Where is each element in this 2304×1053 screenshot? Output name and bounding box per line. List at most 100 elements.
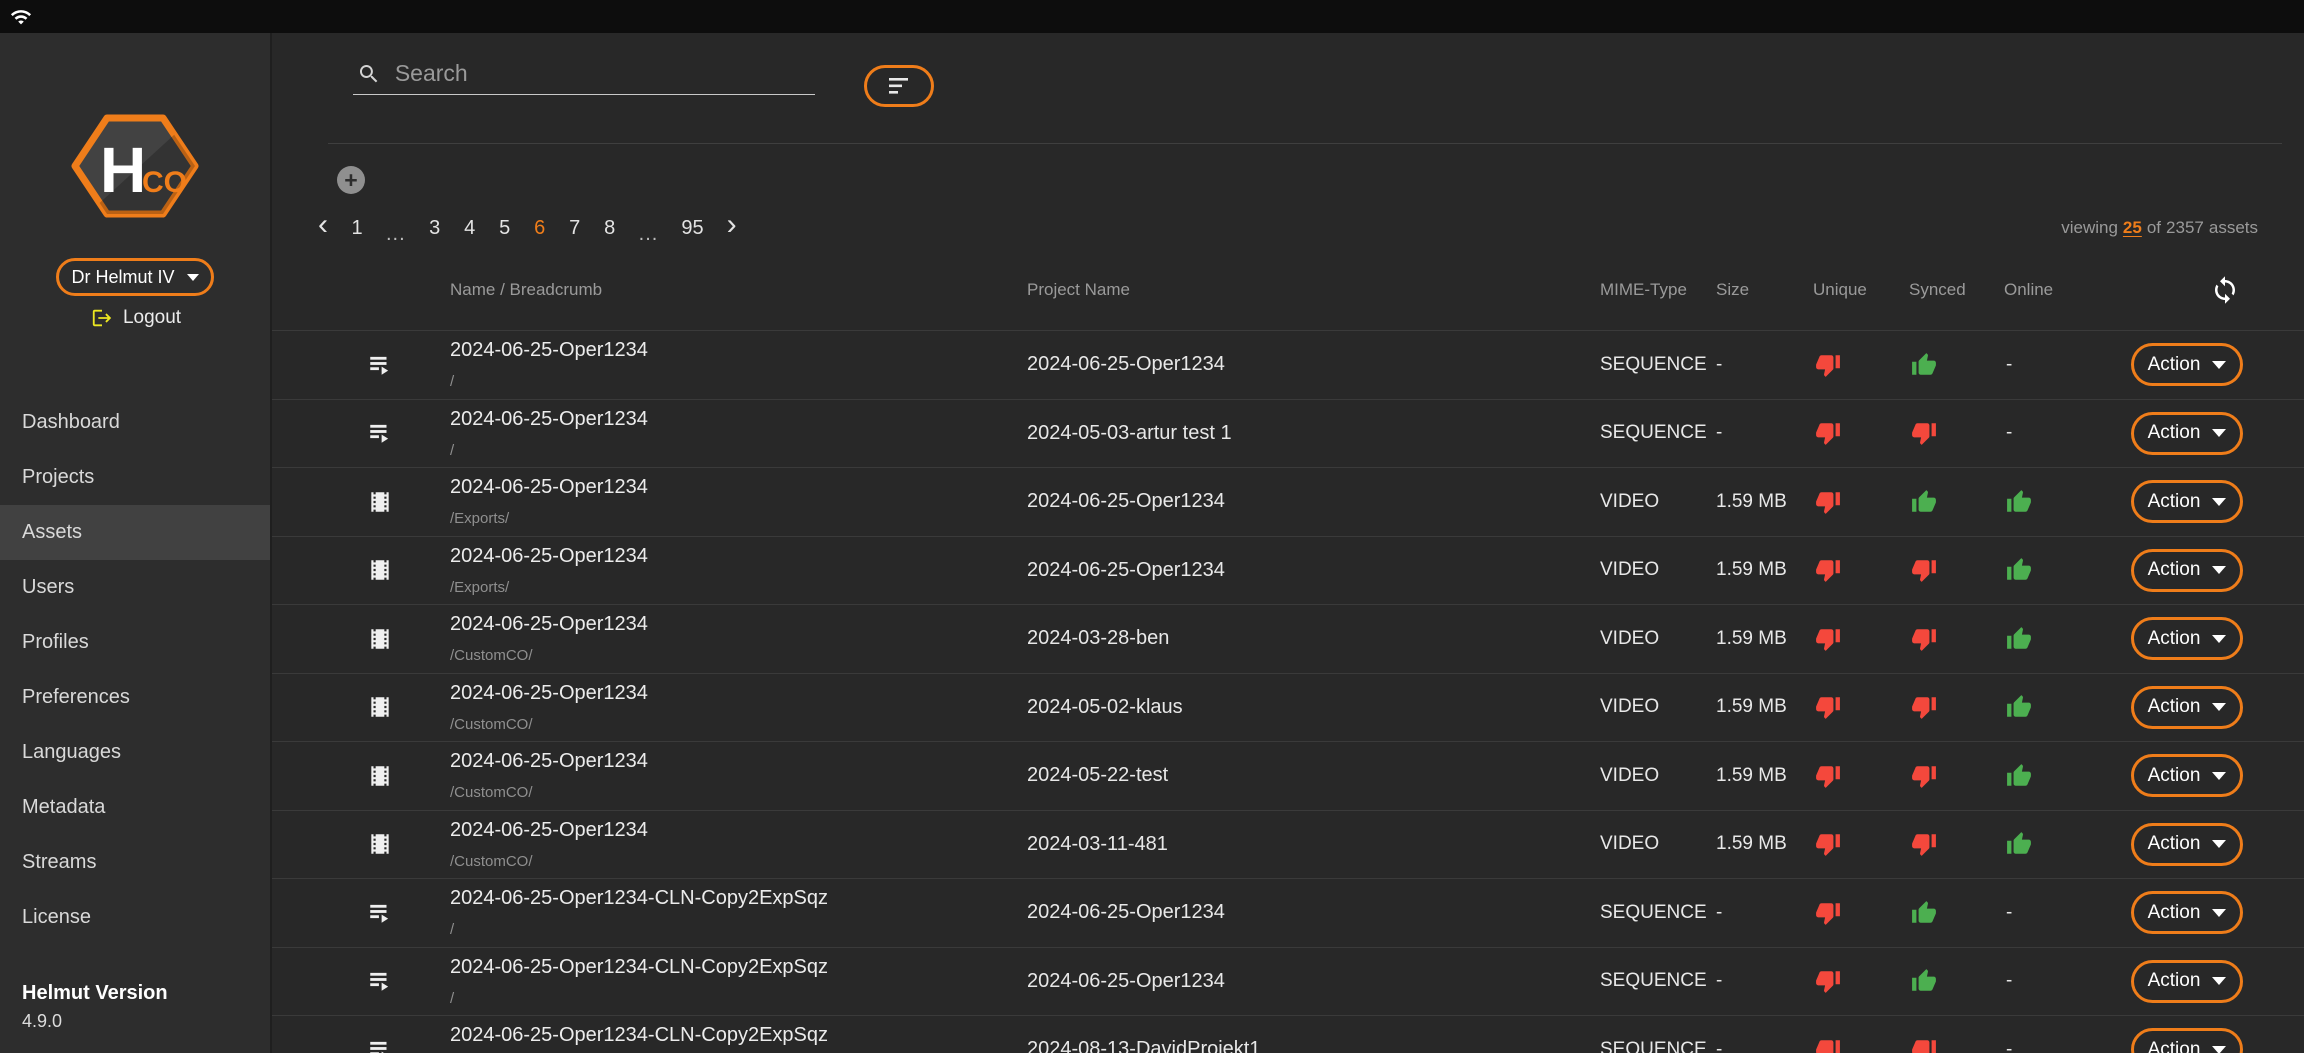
dropdown-caret-icon — [2212, 977, 2226, 985]
table-row[interactable]: 2024-06-25-Oper1234-CLN-Copy2ExpSqz 2024… — [272, 1015, 2304, 1053]
asset-name-cell: 2024-06-25-Oper1234-CLN-Copy2ExpSqz / — [450, 956, 1027, 1007]
pagination-page-1[interactable]: 1 — [351, 217, 363, 240]
mime-type: VIDEO — [1600, 833, 1716, 855]
action-button[interactable]: Action — [2131, 412, 2243, 455]
sidebar-item-label: Projects — [22, 466, 94, 489]
pagination-page-8[interactable]: 8 — [604, 217, 616, 240]
sidebar-item-metadata[interactable]: Metadata — [0, 780, 270, 835]
thumb-down-icon — [1911, 420, 1937, 446]
add-button[interactable]: + — [337, 166, 365, 194]
logo-letter-h: H — [100, 134, 146, 206]
sidebar-item-label: Metadata — [22, 796, 105, 819]
table-row[interactable]: 2024-06-25-Oper1234 /CustomCO/ 2024-05-0… — [272, 673, 2304, 742]
action-label: Action — [2148, 765, 2201, 787]
action-button[interactable]: Action — [2131, 617, 2243, 660]
action-button[interactable]: Action — [2131, 960, 2243, 1003]
action-label: Action — [2148, 422, 2201, 444]
synced-status — [1909, 420, 2004, 446]
thumb-down-icon — [1815, 420, 1841, 446]
pagination-page-7[interactable]: 7 — [569, 217, 581, 240]
dropdown-caret-icon — [2212, 635, 2226, 643]
pagination-page-95[interactable]: 95 — [681, 217, 703, 240]
sidebar-item-license[interactable]: License — [0, 890, 270, 945]
asset-type-cell — [367, 968, 450, 994]
sidebar-item-preferences[interactable]: Preferences — [0, 670, 270, 725]
sidebar-item-projects[interactable]: Projects — [0, 450, 270, 505]
user-menu-button[interactable]: Dr Helmut IV — [56, 258, 214, 296]
thumb-down-icon — [1911, 1037, 1937, 1053]
action-button[interactable]: Action — [2131, 891, 2243, 934]
sidebar-item-label: Assets — [22, 521, 82, 544]
table-row[interactable]: 2024-06-25-Oper1234 /Exports/ 2024-06-25… — [272, 467, 2304, 536]
wifi-icon — [10, 6, 32, 28]
unique-status — [1813, 420, 1909, 446]
film-strip-icon — [367, 489, 393, 515]
sidebar-item-profiles[interactable]: Profiles — [0, 615, 270, 670]
action-button[interactable]: Action — [2131, 480, 2243, 523]
header-refresh-cell — [2131, 275, 2304, 305]
table-row[interactable]: 2024-06-25-Oper1234 /CustomCO/ 2024-05-2… — [272, 741, 2304, 810]
pagination-page-6[interactable]: 6 — [534, 217, 546, 240]
action-button[interactable]: Action — [2131, 343, 2243, 386]
film-strip-icon — [367, 557, 393, 583]
table-row[interactable]: 2024-06-25-Oper1234 /Exports/ 2024-06-25… — [272, 536, 2304, 605]
sidebar-item-streams[interactable]: Streams — [0, 835, 270, 890]
table-row[interactable]: 2024-06-25-Oper1234-CLN-Copy2ExpSqz / 20… — [272, 947, 2304, 1016]
asset-type-cell — [367, 1037, 450, 1053]
synced-status — [1909, 1037, 2004, 1053]
sidebar-item-dashboard[interactable]: Dashboard — [0, 395, 270, 450]
thumb-down-icon — [1911, 626, 1937, 652]
chevron-left-icon[interactable]: ‹ — [318, 214, 328, 236]
thumb-down-icon — [1815, 489, 1841, 515]
sidebar-item-languages[interactable]: Languages — [0, 725, 270, 780]
thumb-up-icon — [1911, 489, 1937, 515]
pagination-page-3[interactable]: 3 — [429, 217, 441, 240]
asset-name-cell: 2024-06-25-Oper1234-CLN-Copy2ExpSqz — [450, 1024, 1027, 1053]
logout-button[interactable]: Logout — [0, 303, 272, 333]
action-cell: Action — [2131, 823, 2304, 866]
chevron-right-icon[interactable]: › — [727, 214, 737, 236]
pagination-page-4[interactable]: 4 — [464, 217, 476, 240]
viewing-count[interactable]: 25 — [2123, 218, 2142, 238]
action-button[interactable]: Action — [2131, 686, 2243, 729]
mime-type: SEQUENCE — [1600, 354, 1716, 376]
dropdown-caret-icon — [2212, 1046, 2226, 1053]
asset-name-cell: 2024-06-25-Oper1234 /Exports/ — [450, 545, 1027, 596]
table-row[interactable]: 2024-06-25-Oper1234 /CustomCO/ 2024-03-1… — [272, 810, 2304, 879]
asset-name-cell: 2024-06-25-Oper1234 / — [450, 408, 1027, 459]
asset-size: - — [1716, 970, 1813, 992]
online-status: - — [2004, 970, 2131, 992]
project-name: 2024-05-03-artur test 1 — [1027, 422, 1600, 445]
sidebar-item-assets[interactable]: Assets — [0, 505, 270, 560]
synced-status — [1909, 763, 2004, 789]
action-cell: Action — [2131, 686, 2304, 729]
header-unique: Unique — [1813, 280, 1909, 300]
table-row[interactable]: 2024-06-25-Oper1234 /CustomCO/ 2024-03-2… — [272, 604, 2304, 673]
action-label: Action — [2148, 559, 2201, 581]
search-input[interactable] — [395, 60, 815, 87]
filter-button[interactable] — [864, 65, 934, 107]
table-row[interactable]: 2024-06-25-Oper1234-CLN-Copy2ExpSqz / 20… — [272, 878, 2304, 947]
dropdown-caret-icon — [2212, 498, 2226, 506]
action-button[interactable]: Action — [2131, 754, 2243, 797]
refresh-button[interactable] — [2210, 275, 2240, 305]
synced-status — [1909, 489, 2004, 515]
asset-breadcrumb: / — [450, 374, 1027, 390]
header-size: Size — [1716, 280, 1813, 300]
action-button[interactable]: Action — [2131, 823, 2243, 866]
main-content: + ‹ 1...345678...95 › viewing 25 of 2357… — [272, 33, 2304, 1053]
sidebar-item-users[interactable]: Users — [0, 560, 270, 615]
synced-status — [1909, 352, 2004, 378]
unique-status — [1813, 968, 1909, 994]
pagination-page-5[interactable]: 5 — [499, 217, 511, 240]
table-row[interactable]: 2024-06-25-Oper1234 / 2024-05-03-artur t… — [272, 399, 2304, 468]
unique-status — [1813, 352, 1909, 378]
pagination-ellipsis: ... — [386, 223, 406, 246]
asset-name: 2024-06-25-Oper1234 — [450, 545, 1027, 567]
table-header: Name / Breadcrumb Project Name MIME-Type… — [272, 270, 2304, 310]
action-button[interactable]: Action — [2131, 549, 2243, 592]
action-button[interactable]: Action — [2131, 1028, 2243, 1053]
asset-breadcrumb: / — [450, 443, 1027, 459]
asset-size: 1.59 MB — [1716, 491, 1813, 513]
table-row[interactable]: 2024-06-25-Oper1234 / 2024-06-25-Oper123… — [272, 330, 2304, 399]
